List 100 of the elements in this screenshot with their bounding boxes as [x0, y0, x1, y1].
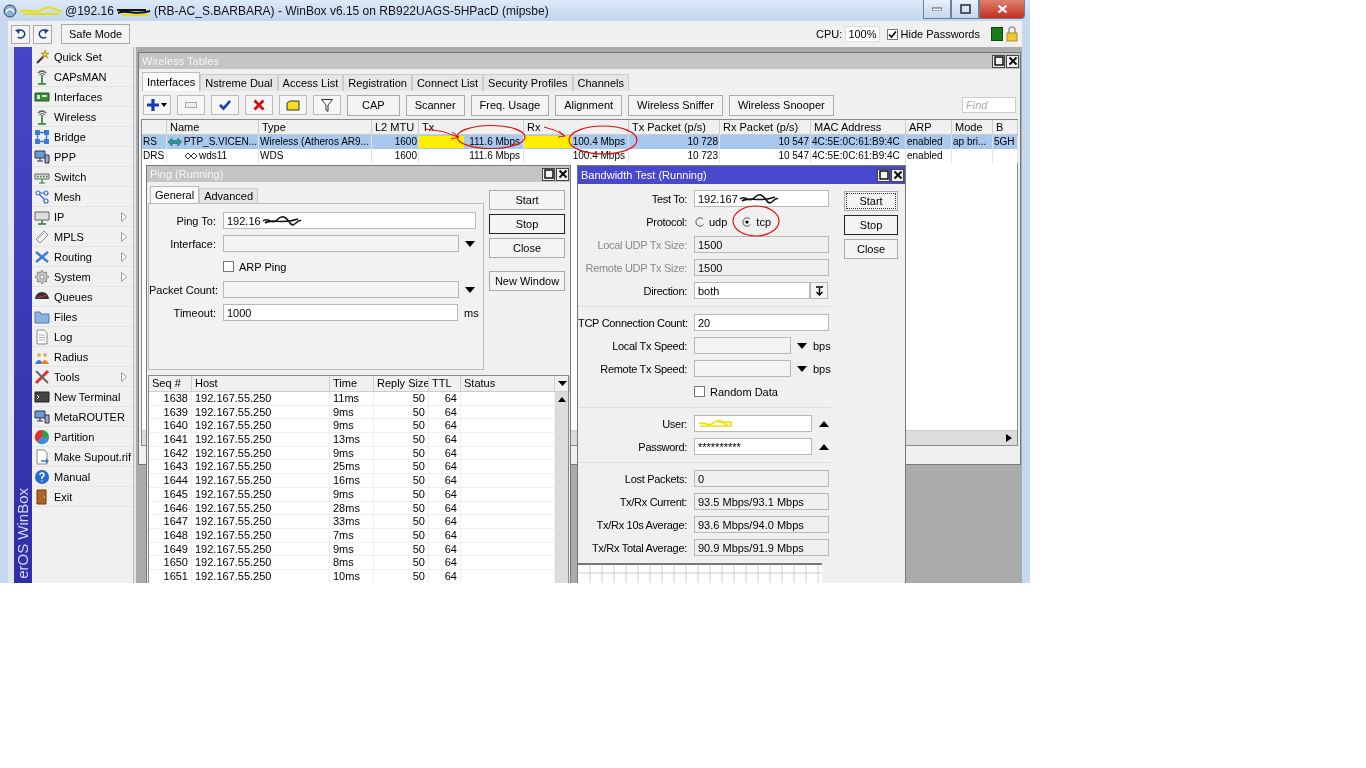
tab[interactable]: Registration — [343, 74, 412, 91]
toolbar-button[interactable]: Freq. Usage — [470, 94, 550, 116]
toolbar-button[interactable]: CAP — [347, 94, 400, 116]
tab[interactable]: General — [150, 186, 200, 203]
dropdown-button[interactable] — [810, 282, 828, 299]
column-header[interactable]: Type — [259, 120, 372, 134]
disable-button[interactable] — [245, 95, 273, 115]
menu-item[interactable]: Wireless — [32, 107, 133, 127]
right-arrow-icon[interactable] — [1006, 434, 1012, 442]
menu-item[interactable]: Bridge — [32, 127, 133, 147]
add-button[interactable] — [143, 95, 171, 115]
window-button[interactable]: Stop — [844, 215, 898, 235]
menu-item[interactable]: Partition — [32, 427, 133, 447]
toolbar-button[interactable]: Wireless Sniffer — [628, 94, 723, 116]
column-header[interactable]: Mode — [952, 120, 993, 134]
close-button[interactable] — [1006, 54, 1019, 68]
column-header[interactable]: Tx Packet (p/s) — [629, 120, 720, 134]
tab[interactable]: Nstreme Dual — [200, 74, 278, 91]
radio-button[interactable] — [695, 216, 705, 227]
column-header[interactable]: B — [993, 120, 1018, 134]
checkbox-label[interactable]: ARP Ping — [239, 260, 287, 273]
menu-item[interactable]: New Terminal — [32, 387, 133, 407]
menu-item[interactable]: IP — [32, 207, 133, 227]
tab[interactable]: Security Profiles — [483, 74, 573, 91]
checkbox[interactable] — [886, 28, 898, 40]
menu-item[interactable]: System — [32, 267, 133, 287]
menu-item[interactable]: Routing — [32, 247, 133, 267]
up-arrow-icon[interactable] — [557, 397, 566, 402]
menu-item[interactable]: Queues — [32, 287, 133, 307]
maximize-button[interactable] — [992, 54, 1005, 68]
maximize-button[interactable] — [951, 0, 979, 19]
close-button[interactable] — [556, 167, 569, 181]
up-arrow-icon[interactable] — [819, 420, 829, 427]
checkbox[interactable] — [223, 261, 234, 272]
menu-item[interactable]: PPP — [32, 147, 133, 167]
column-header[interactable]: L2 MTU — [372, 120, 419, 134]
dropdown-arrow-icon[interactable] — [797, 342, 807, 349]
text-field[interactable]: 20 — [694, 314, 829, 331]
menu-item[interactable]: MPLS — [32, 227, 133, 247]
checkbox-label[interactable]: Hide Passwords — [900, 28, 980, 40]
menu-item[interactable]: Mesh — [32, 187, 133, 207]
text-field[interactable]: 192.16 — [223, 212, 476, 229]
tab[interactable]: Channels — [572, 74, 630, 91]
tab[interactable]: Advanced — [199, 188, 259, 203]
column-header[interactable]: Time — [330, 376, 374, 391]
tab[interactable]: Interfaces — [142, 72, 201, 91]
column-header[interactable]: Tx — [419, 120, 524, 134]
checkbox[interactable] — [694, 386, 705, 397]
redo-button[interactable] — [33, 24, 52, 44]
window-button[interactable]: New Window — [489, 271, 565, 291]
toolbar-button[interactable]: Alignment — [555, 94, 623, 116]
menu-item[interactable]: Interfaces — [32, 87, 133, 107]
text-field[interactable]: 1000 — [223, 304, 458, 321]
dropdown-arrow-icon[interactable] — [797, 365, 807, 372]
dropdown-field[interactable] — [694, 360, 791, 377]
safe-mode-button[interactable]: Safe Mode — [61, 24, 131, 44]
radio-label[interactable]: udp — [709, 215, 728, 228]
dropdown-arrow-icon[interactable] — [465, 240, 475, 247]
table-row[interactable]: RS PTP_S.VICEN... Wireless (Atheros AR9... 1600 111.6 Mbps 100.4 Mbps 10 728 10 547 4C:5E:0C:61:B9:4C enabled ap bri... 5GH — [142, 135, 1017, 149]
menu-item[interactable]: Switch — [32, 167, 133, 187]
filter-button[interactable] — [313, 95, 341, 115]
menu-item[interactable]: MetaROUTER — [32, 407, 133, 427]
window-button[interactable]: Close — [489, 238, 565, 258]
dropdown-field[interactable] — [694, 337, 791, 354]
tab[interactable]: Connect List — [411, 74, 484, 91]
column-header[interactable]: ARP — [906, 120, 952, 134]
column-header[interactable]: Rx — [524, 120, 629, 134]
column-menu-button[interactable] — [555, 376, 570, 391]
column-header[interactable]: Host — [192, 376, 330, 391]
menu-item[interactable]: Make Supout.rif — [32, 447, 133, 467]
menu-item[interactable]: Tools — [32, 367, 133, 387]
checkbox-label[interactable]: Random Data — [710, 385, 778, 398]
menu-item[interactable]: Exit — [32, 487, 133, 507]
menu-item[interactable]: Manual — [32, 467, 133, 487]
column-header[interactable]: MAC Address — [811, 120, 906, 134]
maximize-button[interactable] — [542, 167, 555, 181]
column-header[interactable]: Seq # — [149, 376, 192, 391]
toolbar-button[interactable]: Scanner — [405, 94, 465, 116]
window-button[interactable]: Close — [844, 239, 898, 259]
dropdown-field[interactable] — [223, 235, 459, 252]
minimize-button[interactable] — [923, 0, 951, 19]
password-field[interactable]: ********** — [694, 438, 812, 455]
toolbar-button[interactable]: Wireless Snooper — [728, 94, 834, 116]
column-header[interactable]: Name — [167, 120, 259, 134]
radio-button[interactable] — [742, 216, 753, 227]
search-field[interactable]: Find — [962, 97, 1016, 113]
menu-item[interactable]: CAPsMAN — [32, 67, 133, 87]
maximize-button[interactable] — [877, 168, 890, 182]
text-field[interactable] — [694, 415, 812, 432]
select-field[interactable]: both — [694, 282, 810, 299]
menu-item[interactable]: Log — [32, 327, 133, 347]
dropdown-field[interactable] — [223, 281, 459, 298]
menu-item[interactable]: Quick Set — [32, 47, 133, 67]
window-button[interactable]: Stop — [489, 214, 565, 234]
menu-item[interactable]: Radius — [32, 347, 133, 367]
comment-button[interactable] — [279, 95, 307, 115]
column-header[interactable]: TTL — [429, 376, 461, 391]
column-header[interactable]: Status — [461, 376, 555, 391]
menu-item[interactable]: Files — [32, 307, 133, 327]
radio-label[interactable]: tcp — [756, 215, 772, 228]
